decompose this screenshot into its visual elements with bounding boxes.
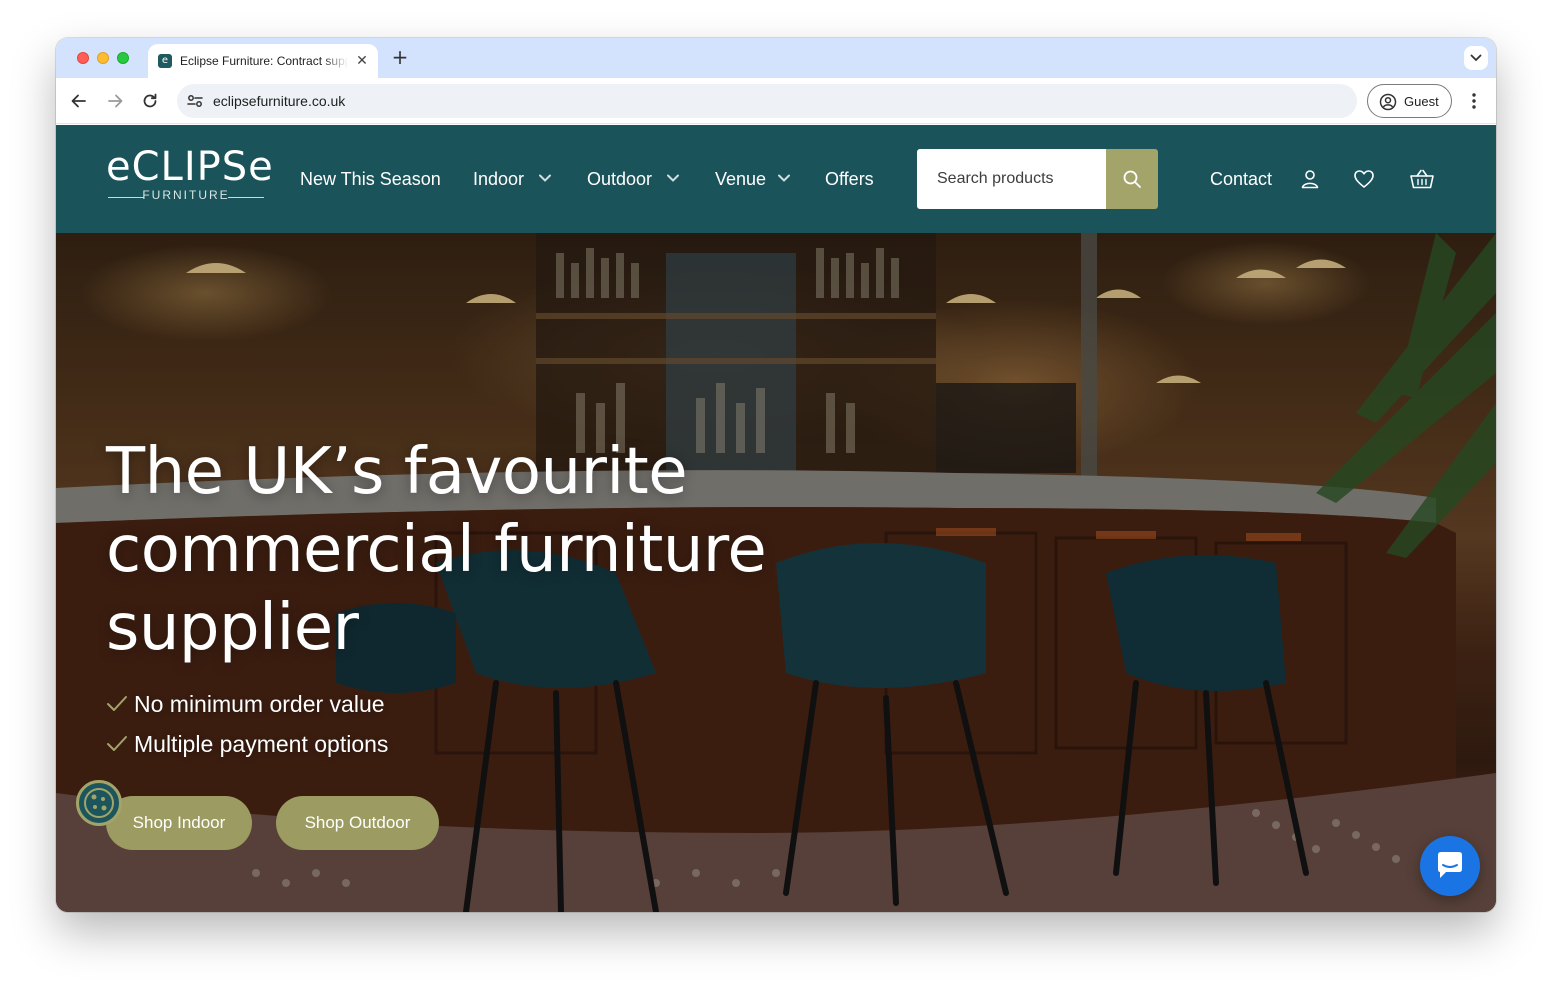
forward-button[interactable] bbox=[105, 91, 125, 111]
account-button[interactable] bbox=[1298, 167, 1322, 191]
chat-bubble-icon bbox=[1438, 852, 1462, 878]
shop-indoor-button[interactable]: Shop Indoor bbox=[106, 796, 252, 850]
shop-outdoor-button[interactable]: Shop Outdoor bbox=[276, 796, 439, 850]
cookie-settings-button[interactable] bbox=[76, 780, 122, 826]
close-window-button[interactable] bbox=[77, 52, 89, 64]
live-chat-button[interactable] bbox=[1420, 836, 1480, 896]
address-bar[interactable]: eclipsefurniture.co.uk bbox=[177, 84, 1357, 118]
chevron-down-icon[interactable] bbox=[667, 174, 679, 182]
maximize-window-button[interactable] bbox=[117, 52, 129, 64]
back-arrow-icon bbox=[71, 94, 86, 108]
nav-indoor[interactable]: Indoor bbox=[473, 169, 524, 190]
favicon-icon: e bbox=[158, 54, 172, 68]
search-input[interactable]: Search products bbox=[917, 149, 1107, 209]
logo-divider bbox=[228, 197, 264, 198]
search-placeholder: Search products bbox=[937, 170, 1054, 187]
eclipse-logo[interactable]: eCLIPSe FURNITURE bbox=[106, 144, 274, 207]
site-header: eCLIPSe FURNITURE New This Season Indoor… bbox=[56, 125, 1496, 233]
wishlist-button[interactable] bbox=[1352, 167, 1376, 191]
reload-icon bbox=[143, 93, 157, 108]
chevron-down-icon[interactable] bbox=[778, 174, 790, 182]
chevron-down-icon[interactable] bbox=[539, 174, 551, 182]
nav-new-this-season[interactable]: New This Season bbox=[300, 169, 441, 190]
nav-outdoor[interactable]: Outdoor bbox=[587, 169, 652, 190]
basket-icon bbox=[1410, 169, 1434, 189]
tab-strip: e Eclipse Furniture: Contract supplier ✕… bbox=[56, 38, 1496, 78]
wishlist-heart-icon bbox=[1354, 170, 1374, 188]
reload-button[interactable] bbox=[140, 91, 160, 111]
browser-toolbar: eclipsefurniture.co.uk Guest bbox=[56, 78, 1496, 124]
tab-list-button[interactable] bbox=[1464, 46, 1488, 70]
minimize-window-button[interactable] bbox=[97, 52, 109, 64]
hero-banner: The UK’s favourite commercial furniture … bbox=[56, 233, 1496, 912]
site-settings-icon[interactable] bbox=[187, 94, 203, 108]
active-tab[interactable]: e Eclipse Furniture: Contract supplier ✕ bbox=[148, 44, 378, 78]
browser-window: e Eclipse Furniture: Contract supplier ✕… bbox=[56, 38, 1496, 912]
tab-close-icon[interactable]: ✕ bbox=[353, 52, 371, 70]
checkmark-icon bbox=[107, 736, 127, 751]
browser-menu-button[interactable] bbox=[1464, 90, 1484, 112]
hero-feature-item: Multiple payment options bbox=[106, 731, 506, 761]
url-text[interactable]: eclipsefurniture.co.uk bbox=[213, 93, 345, 109]
contact-link[interactable]: Contact bbox=[1210, 169, 1272, 190]
nav-offers[interactable]: Offers bbox=[825, 169, 874, 190]
profile-icon bbox=[1379, 93, 1397, 111]
search-icon bbox=[1123, 170, 1141, 188]
forward-arrow-icon bbox=[108, 94, 123, 108]
basket-button[interactable] bbox=[1409, 167, 1435, 191]
new-tab-button[interactable]: + bbox=[390, 47, 410, 67]
kebab-menu-icon bbox=[1472, 93, 1476, 109]
nav-venue[interactable]: Venue bbox=[715, 169, 766, 190]
hero-title: The UK’s favourite commercial furniture … bbox=[106, 435, 767, 665]
cookie-icon bbox=[84, 788, 114, 818]
account-icon bbox=[1301, 170, 1319, 189]
hero-feature-item: No minimum order value bbox=[106, 691, 506, 721]
checkmark-icon bbox=[107, 696, 127, 711]
logo-wordmark: eCLIPSe bbox=[106, 144, 274, 190]
tab-title: Eclipse Furniture: Contract supplier bbox=[180, 54, 348, 68]
hero-feature-text: No minimum order value bbox=[134, 691, 385, 717]
hero-feature-text: Multiple payment options bbox=[134, 731, 389, 757]
tab-list-chevron-icon bbox=[1470, 54, 1482, 62]
profile-label: Guest bbox=[1404, 94, 1439, 109]
logo-subtitle: FURNITURE bbox=[142, 188, 230, 202]
profile-button[interactable]: Guest bbox=[1367, 84, 1452, 118]
search-button[interactable] bbox=[1106, 149, 1158, 209]
back-button[interactable] bbox=[69, 91, 89, 111]
